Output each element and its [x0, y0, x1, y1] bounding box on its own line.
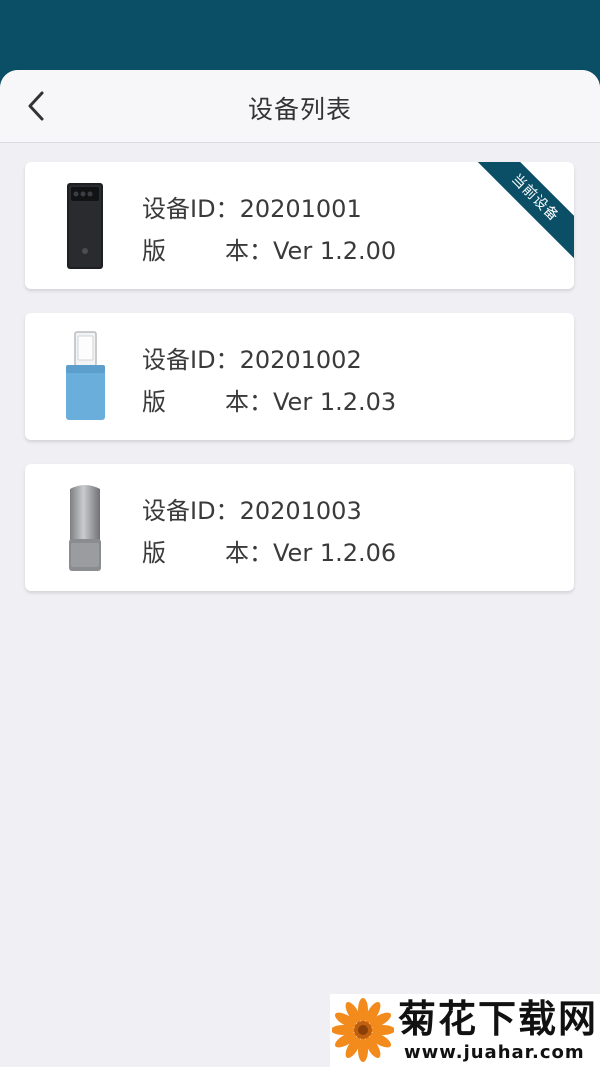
device-id-value: 20201002 [239, 346, 362, 374]
flower-logo-icon [332, 998, 394, 1062]
version-label: 版 本 [142, 539, 249, 567]
device-card[interactable]: 设备ID：20201002 版 本：Ver 1.2.03 [25, 313, 574, 440]
version-label: 版 本 [142, 388, 249, 416]
device-id-label: 设备ID： [142, 497, 240, 525]
device-info: 设备ID：20201002 版 本：Ver 1.2.03 [142, 339, 396, 423]
site-watermark: 菊花下载网 www.juahar.com [330, 994, 600, 1067]
device-id-value: 20201001 [239, 195, 362, 223]
device-id-label: 设备ID： [142, 346, 240, 374]
device-list-screen: 设备列表 设备ID：20201001 版 本：Ver 1.2.00 当前设备 设… [0, 70, 600, 1067]
device-image-silver [69, 485, 101, 571]
device-card[interactable]: 设备ID：20201003 版 本：Ver 1.2.06 [25, 464, 574, 591]
device-info: 设备ID：20201001 版 本：Ver 1.2.00 [142, 188, 396, 272]
device-info: 设备ID：20201003 版 本：Ver 1.2.06 [142, 490, 396, 574]
version-label: 版 本 [142, 237, 249, 265]
device-card[interactable]: 设备ID：20201001 版 本：Ver 1.2.00 当前设备 [25, 162, 574, 289]
version-value: Ver 1.2.03 [273, 388, 397, 416]
page-title: 设备列表 [247, 95, 352, 124]
version-colon: ： [249, 388, 273, 416]
device-id-label: 设备ID： [142, 195, 240, 223]
watermark-title: 菊花下载网 [398, 997, 599, 1041]
watermark-url: www.juahar.com [404, 1042, 585, 1063]
version-colon: ： [249, 237, 273, 265]
device-image-phone [67, 183, 103, 269]
version-value: Ver 1.2.00 [273, 237, 397, 265]
device-image-usb-dongle [66, 331, 105, 420]
version-colon: ： [249, 539, 273, 567]
version-value: Ver 1.2.06 [273, 539, 397, 567]
device-id-value: 20201003 [239, 497, 362, 525]
nav-bar: 设备列表 [0, 70, 600, 143]
current-device-badge: 当前设备 [464, 162, 574, 269]
